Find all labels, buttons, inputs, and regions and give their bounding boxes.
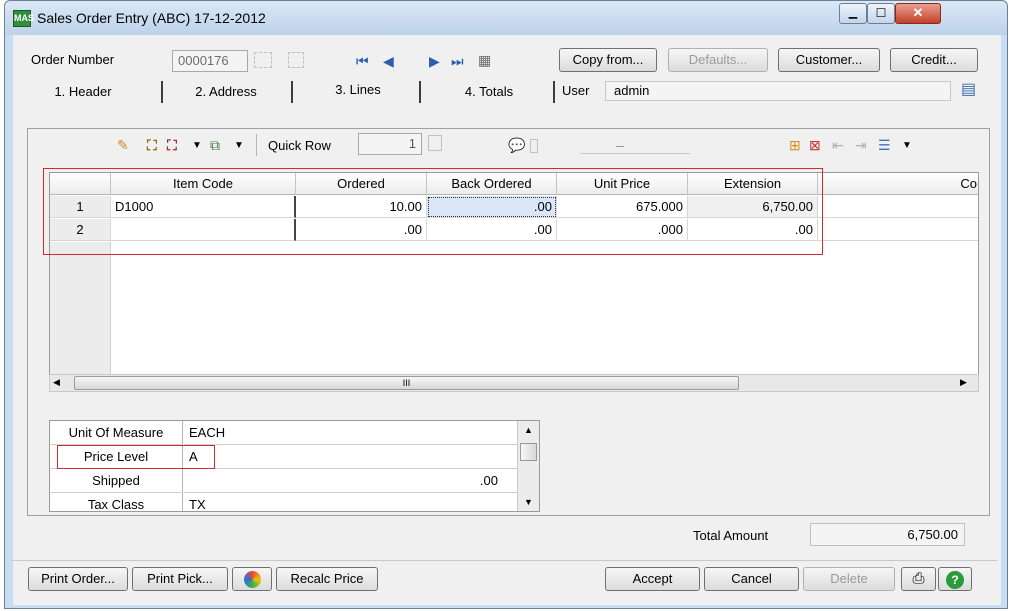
- title-bar: MAS Sales Order Entry (ABC) 17-12-2012 ▁…: [5, 1, 1007, 35]
- copy-from-button[interactable]: Copy from...: [559, 48, 657, 72]
- user-field: admin: [605, 81, 951, 101]
- comment-underline: [580, 153, 690, 154]
- explode-kit-icon[interactable]: ⧉: [210, 137, 220, 153]
- scroll-left-icon[interactable]: ◀: [53, 377, 60, 388]
- tab-divider: [291, 81, 293, 103]
- delete-line-icon[interactable]: ⊠: [809, 137, 821, 153]
- chevron-down-icon[interactable]: ▼: [234, 138, 244, 154]
- total-amount-label: Total Amount: [693, 528, 769, 543]
- toolbar-divider: [256, 134, 257, 156]
- column-header-comment[interactable]: Co: [818, 173, 978, 195]
- last-record-icon[interactable]: ⏭: [451, 53, 464, 69]
- highlight-price-level-box: [57, 445, 215, 469]
- binoculars-icon[interactable]: ⛶: [147, 137, 157, 153]
- minimize-button[interactable]: ▁: [839, 3, 867, 24]
- order-number-field[interactable]: 0000176: [172, 50, 248, 72]
- tax-class-label: Tax Class: [50, 493, 183, 511]
- accept-button[interactable]: Accept: [605, 567, 700, 591]
- comment-cell[interactable]: [818, 219, 978, 241]
- quick-row-field[interactable]: 1: [358, 133, 422, 155]
- tab-lines[interactable]: 3. Lines: [297, 78, 419, 106]
- comment-field[interactable]: [530, 139, 538, 153]
- recalc-price-button[interactable]: Recalc Price: [276, 567, 378, 591]
- color-wheel-icon: [243, 571, 261, 589]
- binoculars-red-icon[interactable]: ⛶: [167, 137, 177, 153]
- scroll-right-icon[interactable]: ▶: [960, 377, 967, 388]
- scroll-thumb[interactable]: III: [74, 376, 739, 390]
- color-wheel-button[interactable]: [232, 567, 272, 591]
- tab-divider: [419, 81, 421, 103]
- price-level-value[interactable]: A: [184, 445, 524, 469]
- comment-separator: [616, 146, 624, 147]
- app-icon: MAS: [13, 10, 34, 27]
- maximize-button[interactable]: ☐: [867, 3, 895, 24]
- shipped-label: Shipped: [50, 469, 183, 493]
- properties-scroll-thumb[interactable]: [520, 443, 537, 461]
- unit-of-measure-label: Unit Of Measure: [50, 421, 183, 445]
- comment-icon[interactable]: 💬: [508, 137, 525, 153]
- customer-button[interactable]: Customer...: [778, 48, 880, 72]
- tab-divider: [161, 81, 163, 103]
- close-button[interactable]: ✕: [895, 3, 941, 24]
- print-button[interactable]: ⎙: [901, 567, 936, 591]
- properties-scrollbar[interactable]: ▲ ▼: [517, 421, 539, 511]
- order-lookup-icon[interactable]: [254, 52, 272, 68]
- shipped-value[interactable]: .00: [184, 469, 524, 493]
- indent-left-icon: ⇤: [832, 137, 844, 153]
- item-lookup-icon[interactable]: ✎: [117, 137, 129, 153]
- printer-icon: ⎙: [912, 570, 925, 587]
- quick-row-spinner[interactable]: [428, 135, 442, 151]
- previous-record-icon[interactable]: ◀: [383, 53, 394, 69]
- unit-of-measure-value[interactable]: EACH: [184, 421, 524, 445]
- first-record-icon[interactable]: ⏮: [356, 53, 369, 69]
- scroll-up-icon[interactable]: ▲: [524, 425, 533, 435]
- user-label: User: [562, 83, 590, 98]
- total-amount-value: 6,750.00: [810, 523, 965, 546]
- quick-row-label: Quick Row: [268, 138, 331, 153]
- order-number-label: Order Number: [31, 52, 115, 67]
- print-pick-button[interactable]: Print Pick...: [132, 567, 228, 591]
- tab-divider: [553, 81, 555, 103]
- next-number-icon[interactable]: [288, 52, 304, 68]
- print-order-button[interactable]: Print Order...: [28, 567, 128, 591]
- calendar-icon[interactable]: ▦: [478, 52, 491, 68]
- footer-divider: [12, 560, 997, 561]
- chevron-down-icon[interactable]: ▼: [192, 138, 202, 154]
- comment-cell[interactable]: [818, 196, 978, 218]
- defaults-button[interactable]: Defaults...: [668, 48, 768, 72]
- highlight-lines-box: [43, 168, 823, 255]
- insert-line-icon[interactable]: ⊞: [789, 137, 801, 153]
- row-number-gutter: [50, 242, 111, 377]
- indent-right-icon: ⇥: [855, 137, 867, 153]
- tab-totals[interactable]: 4. Totals: [425, 80, 553, 104]
- tab-header[interactable]: 1. Header: [25, 80, 141, 104]
- tab-address[interactable]: 2. Address: [168, 80, 284, 104]
- tax-class-value[interactable]: TX: [184, 493, 524, 511]
- help-button[interactable]: ?: [938, 567, 972, 591]
- memo-icon[interactable]: ▤: [961, 82, 976, 98]
- credit-button[interactable]: Credit...: [890, 48, 978, 72]
- scroll-down-icon[interactable]: ▼: [524, 497, 533, 507]
- window-title: Sales Order Entry (ABC) 17-12-2012: [37, 10, 266, 26]
- line-options-icon[interactable]: ☰: [878, 137, 891, 153]
- help-icon: ?: [946, 570, 964, 589]
- lines-horizontal-scrollbar[interactable]: ◀ III ▶: [49, 374, 979, 392]
- delete-button[interactable]: Delete: [803, 567, 895, 591]
- next-record-icon[interactable]: ▶: [429, 53, 440, 69]
- chevron-down-icon[interactable]: ▼: [902, 138, 912, 154]
- cancel-button[interactable]: Cancel: [704, 567, 799, 591]
